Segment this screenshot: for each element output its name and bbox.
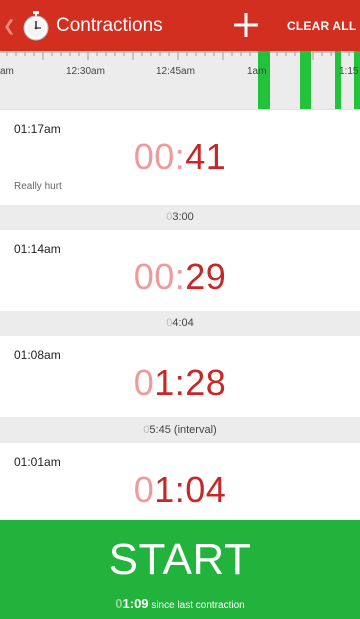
contraction-item[interactable]: 01:14am 00:29 xyxy=(0,230,360,311)
timeline-bar xyxy=(354,51,360,109)
contraction-start-time: 01:01am xyxy=(14,455,61,469)
contraction-duration: 00:41 xyxy=(133,136,227,177)
timeline-graph: am 12:30am 12:45am 1am 1:15 xyxy=(0,51,360,109)
contraction-duration: 00:29 xyxy=(133,256,227,297)
contraction-start-time: 01:14am xyxy=(14,242,61,256)
contraction-item[interactable]: 01:17am 00:41 Really hurt xyxy=(0,110,360,205)
timeline-bar xyxy=(300,51,311,109)
page-title: Contractions xyxy=(56,15,163,36)
timeline-label: 1:15 xyxy=(339,66,359,77)
contraction-duration: 01:28 xyxy=(133,362,227,403)
contraction-duration: 01:04 xyxy=(133,469,227,510)
time-since-last: 01:09 since last contraction xyxy=(115,596,245,611)
contraction-note: Really hurt xyxy=(14,181,62,192)
contraction-start-time: 01:08am xyxy=(14,348,61,362)
start-button[interactable]: START 01:09 since last contraction xyxy=(0,520,360,619)
add-contraction-button[interactable] xyxy=(231,10,261,40)
stopwatch-icon[interactable] xyxy=(22,11,50,41)
interval-separator: 05:45 (interval) xyxy=(0,417,360,443)
app-header: ❮ Contractions CLEAR ALL xyxy=(0,0,360,51)
timeline-label: am xyxy=(0,66,14,77)
timeline-label: 12:45am xyxy=(156,66,195,77)
back-icon[interactable]: ❮ xyxy=(3,17,16,35)
start-label: START xyxy=(108,535,252,584)
interval-separator: 03:00 xyxy=(0,205,360,230)
timeline-bar xyxy=(258,51,270,109)
contraction-item[interactable]: 01:01am 01:04 xyxy=(0,443,360,520)
contraction-item[interactable]: 01:08am 01:28 xyxy=(0,336,360,417)
app-root: ❮ Contractions CLEAR ALL am 12:30am 12:4… xyxy=(0,0,360,619)
interval-separator: 04:04 xyxy=(0,311,360,336)
timeline-label: 12:30am xyxy=(66,66,105,77)
timeline-bar xyxy=(335,51,341,109)
contraction-timeline[interactable]: am 12:30am 12:45am 1am 1:15 xyxy=(0,51,360,110)
contraction-start-time: 01:17am xyxy=(14,122,61,136)
timeline-label: 1am xyxy=(247,66,266,77)
clear-all-button[interactable]: CLEAR ALL xyxy=(287,19,356,33)
